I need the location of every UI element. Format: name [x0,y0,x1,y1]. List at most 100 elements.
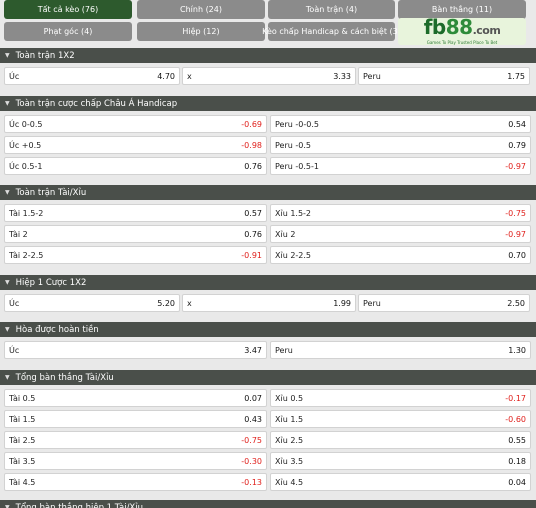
collapse-caret-icon[interactable]: ▼ [5,374,10,381]
odds-button[interactable]: Tài 2 0.76 [4,225,267,243]
odds-button[interactable]: Tài 1.5 0.43 [4,410,267,428]
tab-corners[interactable]: Phạt góc (4) [4,22,132,41]
odds-section: ▼ Toàn trận cược chấp Châu Á Handicap Úc 0… [0,96,536,175]
selection-label: Xỉu 2 [275,229,296,239]
selection-label: Tài 2 [9,229,28,239]
odds-button[interactable]: Tài 2.5 -0.75 [4,431,267,449]
collapse-caret-icon[interactable]: ▼ [5,189,10,196]
tab-main[interactable]: Chính (24) [137,0,265,19]
selection-label: Úc [9,345,20,355]
odds-button[interactable]: Tài 4.5 -0.13 [4,473,267,491]
odds-row: Tài 2 0.76 Xỉu 2 -0.97 [0,225,536,243]
odds-button[interactable]: Xỉu 3.5 0.18 [270,452,531,470]
odds-button[interactable]: Peru 1.30 [270,341,531,359]
odds-button[interactable]: x 3.33 [182,67,356,85]
collapse-caret-icon[interactable]: ▼ [5,279,10,286]
collapse-caret-icon[interactable]: ▼ [5,100,10,107]
odds-button[interactable]: Tài 2-2.5 -0.91 [4,246,267,264]
section-header[interactable]: ▼ Toàn trận cược chấp Châu Á Handicap [0,96,536,111]
odds-row: Tài 1.5-2 0.57 Xỉu 1.5-2 -0.75 [0,204,536,222]
section-header[interactable]: ▼ Hiệp 1 Cược 1X2 [0,275,536,290]
odds-value: 0.07 [244,393,262,403]
selection-label: Xỉu 0.5 [275,393,304,403]
odds-button[interactable]: Xỉu 0.5 -0.17 [270,389,531,407]
section-title: Toàn trận Tài/Xỉu [15,187,87,198]
odds-section: ▼ Toàn trận Tài/Xỉu Tài 1.5-2 0.57 Xỉu 1.5-2… [0,185,536,264]
selection-label: Xỉu 1.5 [275,414,304,424]
odds-button[interactable]: Úc 3.47 [4,341,267,359]
selection-label: Xỉu 2.5 [275,435,304,445]
selection-label: Peru -0-0.5 [275,119,319,129]
odds-button[interactable]: Xỉu 2 -0.97 [270,225,531,243]
odds-value: 0.55 [508,435,526,445]
odds-row: Úc 0.5-1 0.76 Peru -0.5-1 -0.97 [0,157,536,175]
odds-value: 0.79 [508,140,526,150]
odds-value: 1.30 [508,345,526,355]
odds-value: 0.04 [508,477,526,487]
odds-button[interactable]: Peru -0.5-1 -0.97 [270,157,531,175]
collapse-caret-icon[interactable]: ▼ [5,326,10,333]
odds-value: -0.75 [505,208,526,218]
collapse-caret-icon[interactable]: ▼ [5,504,10,508]
odds-section: ▼ Hiệp 1 Cược 1X2 Úc 5.20 x 1.99 Peru 2.50 [0,275,536,312]
tab-handicap[interactable]: Kèo chấp Handicap & cách biệt (3) [262,22,401,41]
selection-label: Tài 4.5 [9,477,36,487]
odds-button[interactable]: x 1.99 [182,294,356,312]
odds-value: 0.76 [244,161,262,171]
odds-button[interactable]: Tài 0.5 0.07 [4,389,267,407]
selection-label: Xỉu 2-2.5 [275,250,312,260]
odds-button[interactable]: Úc 0.5-1 0.76 [4,157,267,175]
odds-value: 0.70 [508,250,526,260]
odds-button[interactable]: Xỉu 2.5 0.55 [270,431,531,449]
selection-label: Peru -0.5-1 [275,161,319,171]
odds-value: -0.97 [505,161,526,171]
selection-label: x [187,71,192,81]
odds-value: -0.97 [505,229,526,239]
selection-label: Tài 2-2.5 [9,250,44,260]
odds-value: 1.75 [507,71,525,81]
odds-button[interactable]: Úc 4.70 [4,67,180,85]
tab-full-match[interactable]: Toàn trận (4) [268,0,395,19]
odds-button[interactable]: Peru 1.75 [358,67,530,85]
selection-label: Úc +0.5 [9,140,42,150]
selection-label: Úc 0-0.5 [9,119,43,129]
section-header[interactable]: ▼ Toàn trận 1X2 [0,48,536,63]
selection-label: Peru [363,298,381,308]
odds-value: 5.20 [157,298,175,308]
odds-button[interactable]: Xỉu 2-2.5 0.70 [270,246,531,264]
selection-label: Úc [9,298,20,308]
tab-half[interactable]: Hiệp (12) [137,22,265,41]
odds-button[interactable]: Peru -0.5 0.79 [270,136,531,154]
selection-label: Peru [275,345,293,355]
odds-row: Úc 0-0.5 -0.69 Peru -0-0.5 0.54 [0,115,536,133]
section-header[interactable]: ▼ Hòa được hoàn tiền [0,322,536,337]
odds-row: Úc 3.47 Peru 1.30 [0,341,536,359]
odds-value: 1.99 [333,298,351,308]
selection-label: Xỉu 3.5 [275,456,304,466]
odds-value: -0.17 [505,393,526,403]
section-header[interactable]: ▼ Tổng bàn thắng Tài/Xỉu [0,370,536,385]
odds-value: 0.76 [244,229,262,239]
odds-value: 2.50 [507,298,525,308]
section-header[interactable]: ▼ Tổng bàn thắng hiệp 1 Tài/Xỉu [0,500,536,508]
odds-row: Úc +0.5 -0.98 Peru -0.5 0.79 [0,136,536,154]
section-header[interactable]: ▼ Toàn trận Tài/Xỉu [0,185,536,200]
odds-button[interactable]: Xỉu 1.5-2 -0.75 [270,204,531,222]
odds-button[interactable]: Úc 5.20 [4,294,180,312]
odds-value: 4.70 [157,71,175,81]
odds-button[interactable]: Peru -0-0.5 0.54 [270,115,531,133]
tab-all[interactable]: Tất cả kèo (76) [4,0,132,19]
collapse-caret-icon[interactable]: ▼ [5,52,10,59]
odds-button[interactable]: Úc +0.5 -0.98 [4,136,267,154]
odds-button[interactable]: Xỉu 1.5 -0.60 [270,410,531,428]
selection-label: Tài 0.5 [9,393,36,403]
odds-button[interactable]: Xỉu 4.5 0.04 [270,473,531,491]
odds-button[interactable]: Tài 1.5-2 0.57 [4,204,267,222]
odds-value: 0.18 [508,456,526,466]
odds-button[interactable]: Úc 0-0.5 -0.69 [4,115,267,133]
odds-button[interactable]: Tài 3.5 -0.30 [4,452,267,470]
odds-section: ▼ Tổng bàn thắng Tài/Xỉu Tài 0.5 0.07 Xỉu 0.… [0,370,536,491]
selection-label: Tài 1.5 [9,414,36,424]
logo-tagline: Games To Play Trusted Place To Bet [426,40,498,45]
odds-button[interactable]: Peru 2.50 [358,294,530,312]
